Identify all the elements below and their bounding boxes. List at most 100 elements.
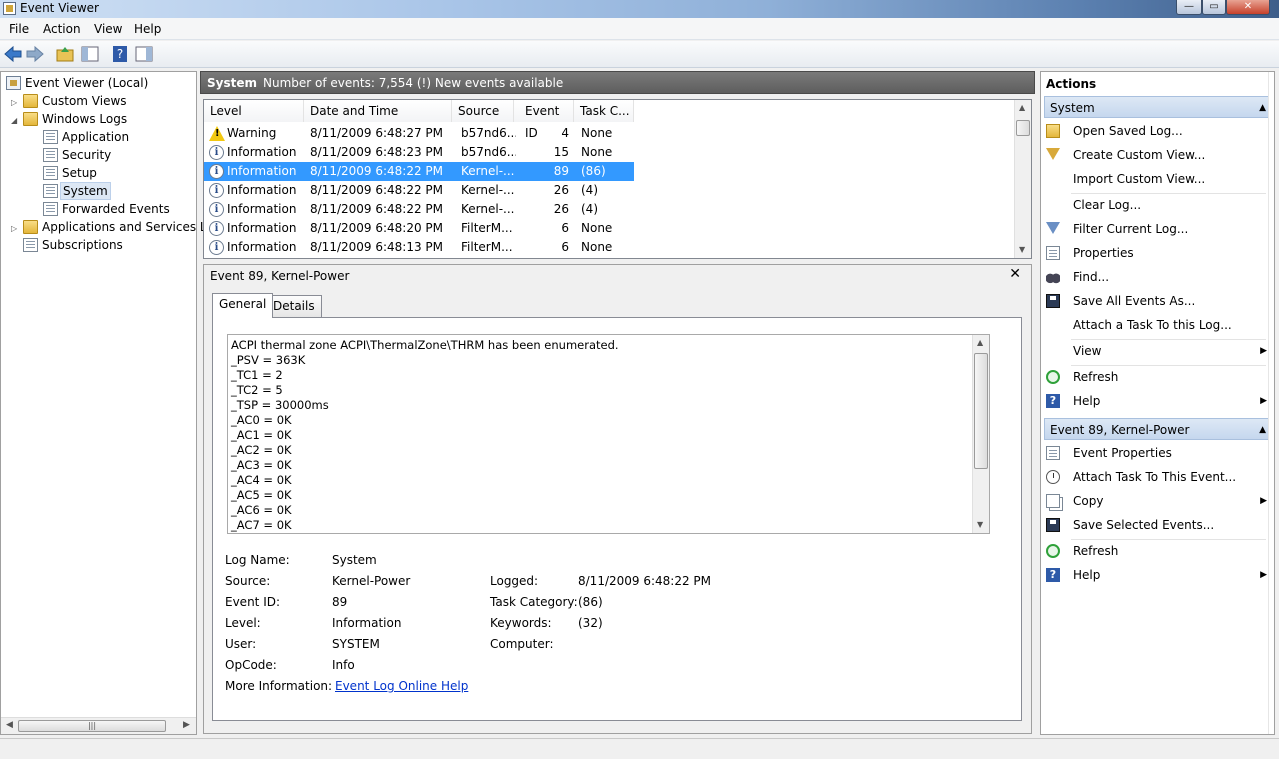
menu-action[interactable]: Action [43,22,81,36]
action-copy[interactable]: Copy ▶ [1046,490,1271,512]
toolbar: ? [0,41,1279,68]
title-bar: Event Viewer — ▭ ✕ [0,0,1279,18]
refresh-icon [1046,544,1060,558]
event-id-value: 89 [332,595,348,609]
event-viewer-icon [6,76,21,90]
column-header-date-time[interactable]: Date and Time [304,100,452,122]
action-attach-a-task-to-this-log[interactable]: Attach a Task To this Log... [1046,314,1271,336]
action-event-properties[interactable]: Event Properties [1046,442,1271,464]
description-vertical-scrollbar[interactable]: ▲ ▼ [972,335,989,533]
back-icon[interactable] [3,44,23,64]
event-id: 6 [561,240,569,254]
menu-view[interactable]: View [94,22,122,36]
action-help[interactable]: ? Help ▶ [1046,564,1271,586]
action-find[interactable]: Find... [1046,266,1271,288]
minimize-button[interactable]: — [1176,0,1202,15]
table-row[interactable]: i Information 8/11/2009 6:48:22 PM Kernel-.… [204,162,634,181]
description-line: ACPI thermal zone ACPI\ThermalZone\THRM … [231,338,619,352]
filter-icon [1046,148,1060,160]
event-datetime: 8/11/2009 6:48:22 PM [310,202,444,216]
general-tab-panel: ACPI thermal zone ACPI\ThermalZone\THRM … [212,317,1022,721]
scrollbar-thumb[interactable] [1016,120,1030,136]
actions-section-system[interactable]: System ▲ [1044,96,1273,118]
computer-label: Computer: [490,637,554,651]
help-icon[interactable]: ? [110,44,130,64]
action-create-custom-view[interactable]: Create Custom View... [1046,144,1271,166]
event-level: Information [227,221,297,235]
information-icon: i [209,164,224,179]
collapse-caret-icon[interactable]: ▲ [1259,97,1266,119]
event-level: Information [227,183,297,197]
event-list: Level Date and Time Source Event ID Task… [203,99,1032,259]
action-label: Clear Log... [1073,198,1142,212]
action-label: Copy [1073,494,1104,508]
action-attach-task-to-this-event[interactable]: Attach Task To This Event... [1046,466,1271,488]
action-save-selected-events[interactable]: Save Selected Events... [1046,514,1271,536]
event-log-online-help-link[interactable]: Event Log Online Help [335,679,468,693]
log-name-label: Log Name: [225,553,290,567]
scroll-left-arrow-icon[interactable]: ◀ [6,720,13,730]
event-list-vertical-scrollbar[interactable]: ▲ ▼ [1014,100,1031,258]
task-category-label: Task Category: [490,595,578,609]
menu-file[interactable]: File [9,22,29,36]
scroll-up-arrow-icon[interactable]: ▲ [1019,103,1025,112]
column-header-source[interactable]: Source [452,100,514,122]
action-refresh[interactable]: Refresh [1046,366,1271,388]
event-source: FilterM... [461,221,513,235]
event-source: Kernel-... [461,164,515,178]
collapse-arrow-icon[interactable]: ◢ [11,116,17,125]
tab-general[interactable]: General [212,293,274,318]
help-icon: ? [1046,394,1060,408]
table-row[interactable]: ! Warning 8/11/2009 6:48:27 PM b57nd6... 4 No… [204,124,634,143]
maximize-button[interactable]: ▭ [1202,0,1226,15]
information-icon: i [209,145,224,160]
scroll-down-arrow-icon[interactable]: ▼ [1019,245,1025,254]
scrollbar-thumb[interactable] [974,353,988,469]
information-icon: i [209,202,224,217]
description-line: _AC3 = 0K [231,458,292,472]
action-help[interactable]: ? Help ▶ [1046,390,1271,412]
table-row[interactable]: i Information 8/11/2009 6:48:13 PM FilterM.… [204,238,634,257]
expand-arrow-icon[interactable]: ▷ [11,224,17,233]
log-header-summary: Number of events: 7,554 (!) New events a… [263,76,564,90]
table-row[interactable]: i Information 8/11/2009 6:48:23 PM b57nd6..… [204,143,634,162]
submenu-arrow-icon: ▶ [1260,496,1267,506]
show-hide-tree-icon[interactable] [80,44,100,64]
actions-section-event[interactable]: Event 89, Kernel-Power ▲ [1044,418,1273,440]
action-filter-current-log[interactable]: Filter Current Log... [1046,218,1271,240]
collapse-caret-icon[interactable]: ▲ [1259,419,1266,441]
table-row[interactable]: i Information 8/11/2009 6:48:22 PM Kernel-.… [204,200,634,219]
actions-pane-edge [1268,72,1274,734]
event-level: Information [227,240,297,254]
scroll-down-arrow-icon[interactable]: ▼ [977,520,983,529]
table-row[interactable]: i Information 8/11/2009 6:48:20 PM FilterM.… [204,219,634,238]
action-open-saved-log[interactable]: Open Saved Log... [1046,120,1271,142]
action-label: Create Custom View... [1073,148,1206,162]
action-view[interactable]: View ▶ [1046,340,1271,362]
action-properties[interactable]: Properties [1046,242,1271,264]
tab-details[interactable]: Details [266,295,322,317]
tree-horizontal-scrollbar[interactable]: ◀ ||| ▶ [1,717,196,734]
action-label: Event Properties [1073,446,1172,460]
column-header-level[interactable]: Level [204,100,304,122]
column-header-task-category[interactable]: Task C... [574,100,634,122]
scroll-right-arrow-icon[interactable]: ▶ [183,720,190,730]
action-refresh[interactable]: Refresh [1046,540,1271,562]
show-hide-action-pane-icon[interactable] [134,44,154,64]
actions-section-system-label: System [1050,101,1095,115]
close-detail-icon[interactable]: ✕ [1009,266,1021,282]
forward-icon[interactable] [25,44,45,64]
folder-up-icon[interactable] [55,44,75,64]
action-save-all-events-as[interactable]: Save All Events As... [1046,290,1271,312]
column-header-event-id[interactable]: Event ID [514,100,574,140]
scrollbar-thumb[interactable]: ||| [18,720,166,732]
expand-arrow-icon[interactable]: ▷ [11,98,17,107]
menu-help[interactable]: Help [134,22,161,36]
table-row[interactable]: i Information 8/11/2009 6:48:22 PM Kernel-.… [204,181,634,200]
action-clear-log[interactable]: Clear Log... [1046,194,1271,216]
event-description-box[interactable]: ACPI thermal zone ACPI\ThermalZone\THRM … [227,334,990,534]
event-datetime: 8/11/2009 6:48:27 PM [310,126,444,140]
close-button[interactable]: ✕ [1226,0,1270,15]
scroll-up-arrow-icon[interactable]: ▲ [977,338,983,347]
action-import-custom-view[interactable]: Import Custom View... [1046,168,1271,190]
